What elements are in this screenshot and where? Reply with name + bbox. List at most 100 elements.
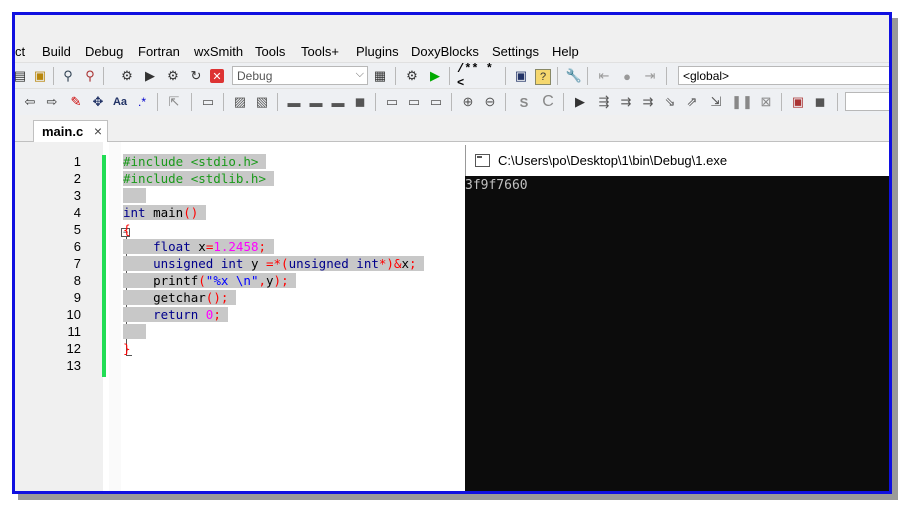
rect-2-icon[interactable]: ▭ [405, 93, 423, 111]
editor-toolbar: ⇦ ⇨ ✎ ✥ Aa .* ⇱ ▭ ▨ ▧ ▬ ▬ ▬ ◼ ▭ ▭ ▭ ⊕ ⊖ … [15, 88, 889, 115]
line-number: 9 [73, 290, 81, 305]
c-icon[interactable]: C [539, 93, 557, 111]
code-line-2: #include <stdlib.h> [123, 171, 274, 186]
console-icon [475, 154, 490, 167]
chevron-down-icon: ⌵ [355, 68, 364, 80]
step-into-icon[interactable]: ⇘ [661, 93, 679, 111]
console-window[interactable]: C:\Users\po\Desktop\1\bin\Debug\1.exe 3f… [465, 145, 889, 491]
build-icon[interactable]: ⚙ [118, 67, 136, 85]
shape-2-icon[interactable]: ▬ [307, 93, 325, 111]
debug-windows-icon[interactable]: ▣ [789, 93, 807, 111]
image-icon[interactable]: ▨ [231, 93, 249, 111]
console-output-area: 3f9f7660 [465, 176, 889, 491]
next-bookmark-icon[interactable]: ⇥ [641, 67, 659, 85]
build-target-value: Debug [237, 69, 273, 83]
show-select-target-icon[interactable]: ▦ [371, 67, 389, 85]
zoom-out-icon[interactable]: ⊖ [481, 93, 499, 111]
text-box-icon[interactable]: ▧ [253, 93, 271, 111]
scope-select[interactable]: <global> [678, 66, 889, 85]
line-number: 5 [73, 222, 81, 237]
code-line-11 [123, 324, 146, 339]
close-icon[interactable]: × [94, 123, 102, 139]
abort-icon[interactable]: ✕ [210, 69, 224, 83]
line-number: 12 [66, 341, 81, 356]
line-number: 3 [73, 188, 81, 203]
line-number: 13 [66, 358, 81, 373]
prev-bookmark-icon[interactable]: ⇤ [595, 67, 613, 85]
toggle-bookmark-icon[interactable]: ● [618, 67, 636, 85]
line-number: 7 [73, 256, 81, 271]
menu-tools-plus[interactable]: Tools+ [301, 44, 339, 59]
line-number: 2 [73, 171, 81, 186]
fold-margin [109, 142, 121, 491]
menu-fortran[interactable]: Fortran [138, 44, 180, 59]
back-icon[interactable]: ⇦ [21, 93, 39, 111]
info-icon[interactable]: ◼ [811, 93, 829, 111]
console-title-bar[interactable]: C:\Users\po\Desktop\1\bin\Debug\1.exe [465, 145, 889, 176]
build-and-run-icon[interactable]: ⚙ [164, 67, 182, 85]
line-number: 11 [67, 324, 82, 339]
code-line-6: float x=1.2458; [123, 239, 274, 254]
menu-bar: ct Build Debug Fortran wxSmith Tools Too… [15, 42, 889, 62]
debug-icon[interactable]: ⚙ [403, 67, 421, 85]
code-line-5: { [123, 222, 131, 237]
tab-label: main.c [42, 124, 84, 139]
zoom-in-icon[interactable]: ⊕ [459, 93, 477, 111]
tab-main-c[interactable]: main.c × [33, 120, 108, 142]
code-line-12: } [123, 341, 131, 356]
menu-wxsmith[interactable]: wxSmith [194, 44, 243, 59]
rebuild-icon[interactable]: ↻ [187, 67, 205, 85]
wrench-icon[interactable]: 🔧 [565, 67, 583, 85]
code-line-3 [123, 188, 146, 203]
code-line-8: printf("%x \n",y); [123, 273, 297, 288]
rect-1-icon[interactable]: ▭ [383, 93, 401, 111]
change-bar [102, 155, 106, 377]
code-line-1: #include <stdio.h> [123, 154, 266, 169]
menu-project[interactable]: ct [15, 44, 25, 59]
next-line-icon[interactable]: ⇉ [617, 93, 635, 111]
shape-1-icon[interactable]: ▬ [285, 93, 303, 111]
stop-debug-icon[interactable]: ⊠ [757, 93, 775, 111]
paste-icon[interactable]: ▣ [31, 67, 49, 85]
rect-3-icon[interactable]: ▭ [427, 93, 445, 111]
menu-plugins[interactable]: Plugins [356, 44, 399, 59]
run-to-cursor-icon[interactable]: ⇶ [595, 93, 613, 111]
selected-text-icon[interactable]: ✥ [89, 93, 107, 111]
save-all-icon[interactable]: ▤ [15, 67, 29, 85]
next-instruction-icon[interactable]: ⇉ [639, 93, 657, 111]
highlight-icon[interactable]: ✎ [67, 93, 85, 111]
menu-tools[interactable]: Tools [255, 44, 285, 59]
run-icon[interactable]: ▶ [141, 67, 159, 85]
shape-3-icon[interactable]: ▬ [329, 93, 347, 111]
pause-icon[interactable]: ❚❚ [731, 93, 753, 111]
main-toolbar: ▤ ▣ ⚲ ⚲ ⚙ ▶ ⚙ ↻ ✕ Debug ⌵ ▦ ⚙ ▶ /** *< ▣… [15, 62, 889, 90]
debug-continue-icon[interactable]: ▶ [426, 67, 444, 85]
menu-build[interactable]: Build [42, 44, 71, 59]
replace-icon[interactable]: ⚲ [81, 67, 99, 85]
doxy-run-icon[interactable]: ▣ [512, 67, 530, 85]
line-number: 6 [73, 239, 81, 254]
line-number: 4 [73, 205, 81, 220]
s-icon[interactable]: S [515, 93, 533, 111]
frame-shadow-bottom [18, 494, 898, 500]
regex-icon[interactable]: .* [133, 93, 151, 111]
match-case-icon[interactable]: Aa [111, 93, 129, 111]
find-icon[interactable]: ⚲ [59, 67, 77, 85]
frame-icon[interactable]: ▭ [199, 93, 217, 111]
shape-4-icon[interactable]: ◼ [351, 93, 369, 111]
menu-settings[interactable]: Settings [492, 44, 539, 59]
menu-help[interactable]: Help [552, 44, 579, 59]
debug-select[interactable] [845, 92, 889, 111]
menu-doxyblocks[interactable]: DoxyBlocks [411, 44, 479, 59]
forward-icon[interactable]: ⇨ [43, 93, 61, 111]
help-icon[interactable]: ? [535, 69, 551, 85]
code-line-9: getchar(); [123, 290, 236, 305]
step-instruction-icon[interactable]: ⇲ [707, 93, 725, 111]
step-out-icon[interactable]: ⇗ [683, 93, 701, 111]
doxy-comment-button[interactable]: /** *< [457, 62, 497, 90]
code-line-7: unsigned int y =*(unsigned int*)&x; [123, 256, 425, 271]
build-target-select[interactable]: Debug ⌵ [232, 66, 368, 85]
debug-start-icon[interactable]: ▶ [571, 93, 589, 111]
cursor-select-icon[interactable]: ⇱ [165, 93, 183, 111]
menu-debug[interactable]: Debug [85, 44, 123, 59]
